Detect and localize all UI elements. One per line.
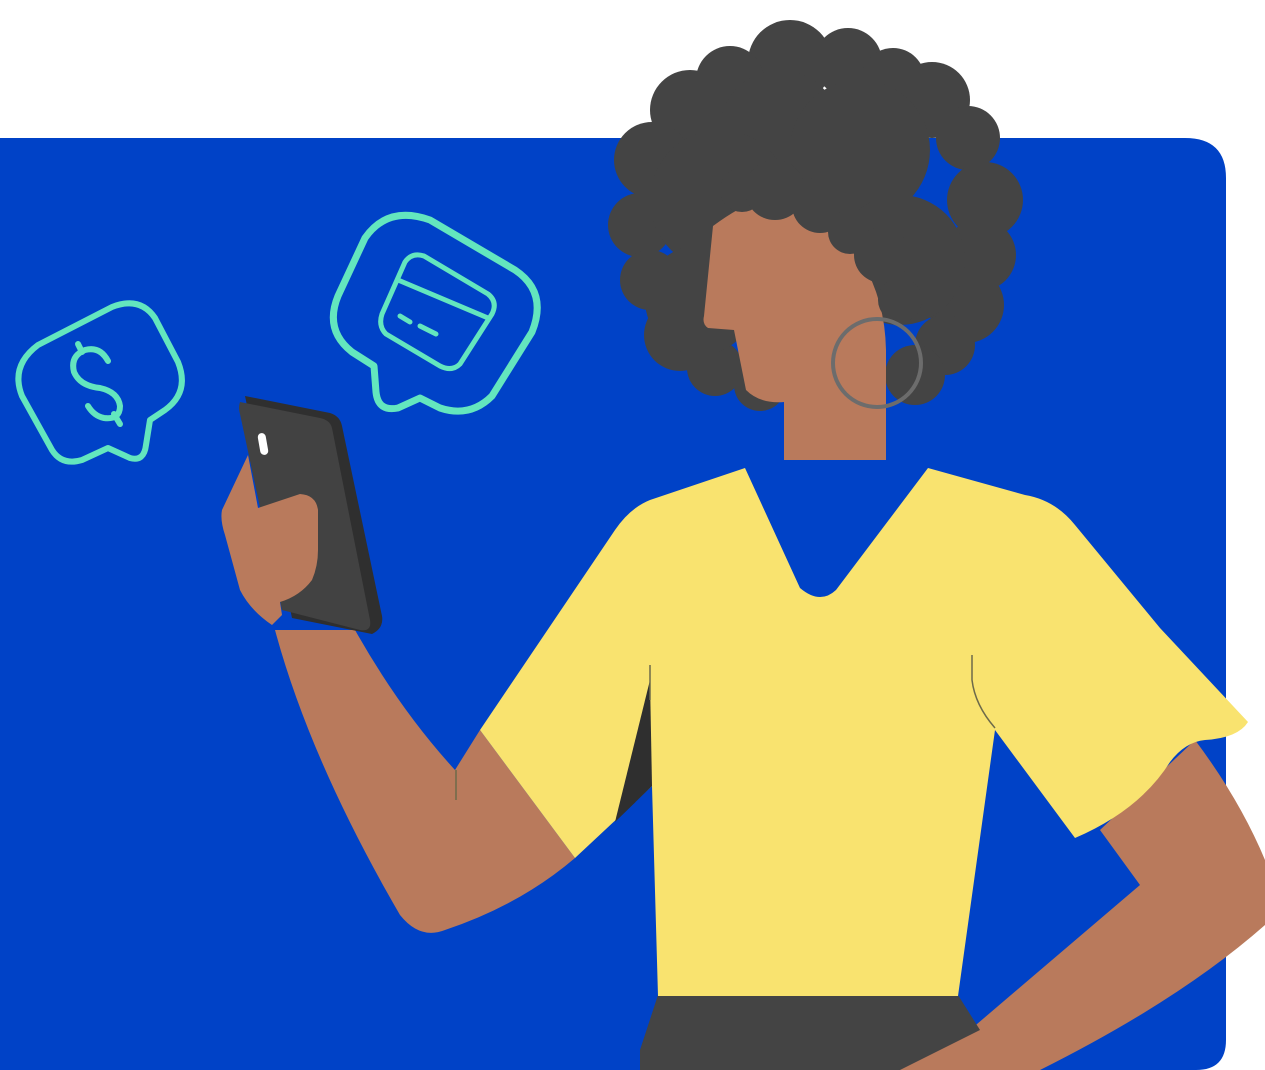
payment-illustration (0, 0, 1265, 1070)
illustration-canvas (0, 20, 1265, 1070)
